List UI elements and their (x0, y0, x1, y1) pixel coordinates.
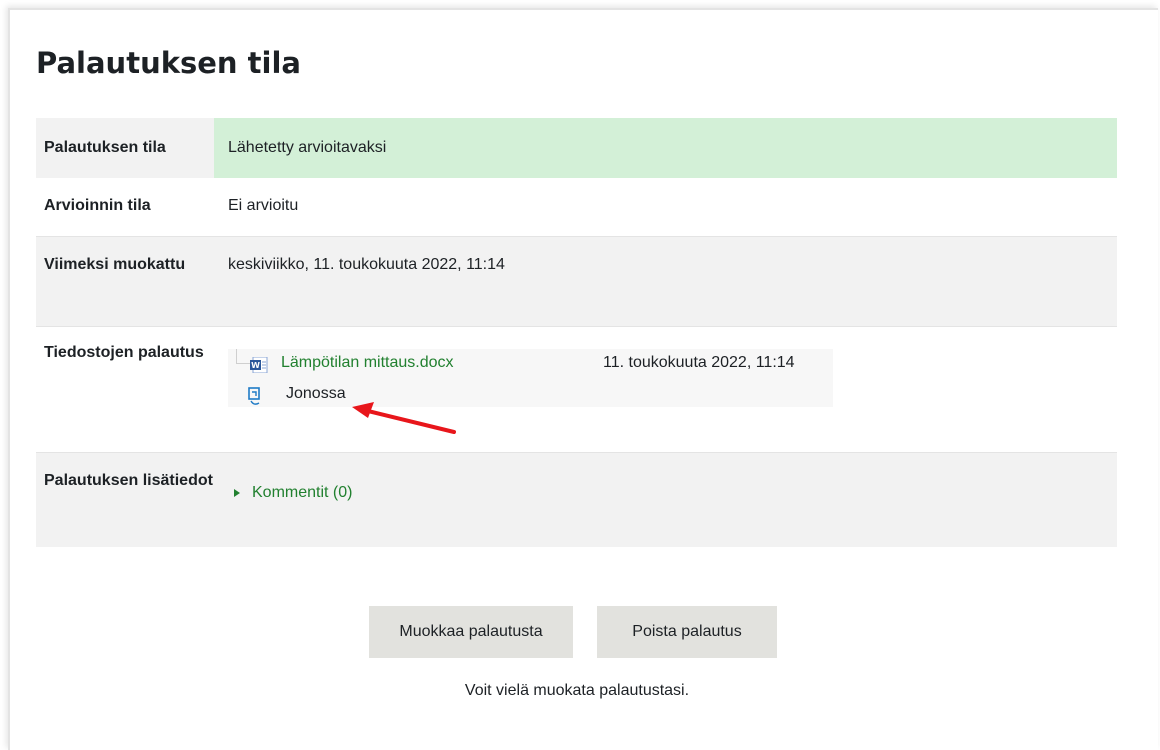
remove-submission-button[interactable]: Poista palautus (597, 606, 777, 658)
file-tree: W Lämpötilan mittaus.docx 11. toukokuuta… (228, 348, 833, 407)
edit-hint: Voit vielä muokata palautustasi. (464, 682, 690, 699)
edit-submission-button[interactable]: Muokkaa palautusta (369, 606, 573, 658)
row-grading-status: Arvioinnin tila Ei arvioitu (36, 178, 1117, 236)
row-submission-comments: Palautuksen lisätiedot Kommentit (0) (36, 452, 1117, 547)
row-last-modified: Viimeksi muokattu keskiviikko, 11. touko… (36, 236, 1117, 326)
row-label: Tiedostojen palautus (36, 326, 214, 452)
submitted-file-link[interactable]: Lämpötilan mittaus.docx (281, 352, 454, 374)
row-label: Palautuksen lisätiedot (36, 452, 214, 547)
comments-cell: Kommentit (0) (214, 452, 1117, 547)
submission-status-table: Palautuksen tila Lähetetty arvioitavaksi… (36, 118, 1117, 547)
row-submission-status: Palautuksen tila Lähetetty arvioitavaksi (36, 118, 1117, 178)
expand-triangle-icon (234, 488, 240, 497)
submission-status-panel: Palautuksen tila Palautuksen tila Lähete… (8, 8, 1158, 750)
row-label: Viimeksi muokattu (36, 236, 214, 326)
queue-icon (248, 386, 262, 417)
row-label: Arvioinnin tila (36, 178, 214, 236)
comments-link[interactable]: Kommentit (0) (252, 479, 352, 507)
file-submissions-cell: W Lämpötilan mittaus.docx 11. toukokuuta… (214, 326, 1117, 452)
status-value: Lähetetty arvioitavaksi (214, 118, 1117, 178)
comments-toggle[interactable]: Kommentit (0) (228, 479, 352, 507)
queue-status: Jonossa (286, 384, 346, 402)
word-file-icon: W (250, 355, 268, 383)
modified-value: keskiviikko, 11. toukokuuta 2022, 11:14 (214, 236, 1117, 326)
grading-value: Ei arvioitu (214, 178, 1117, 236)
file-date: 11. toukokuuta 2022, 11:14 (603, 353, 795, 371)
svg-text:W: W (251, 361, 260, 370)
page-title: Palautuksen tila (36, 46, 301, 80)
tree-connector (236, 348, 251, 364)
row-file-submissions: Tiedostojen palautus W Lämpötilan mittau… (36, 326, 1117, 452)
row-label: Palautuksen tila (36, 118, 214, 178)
